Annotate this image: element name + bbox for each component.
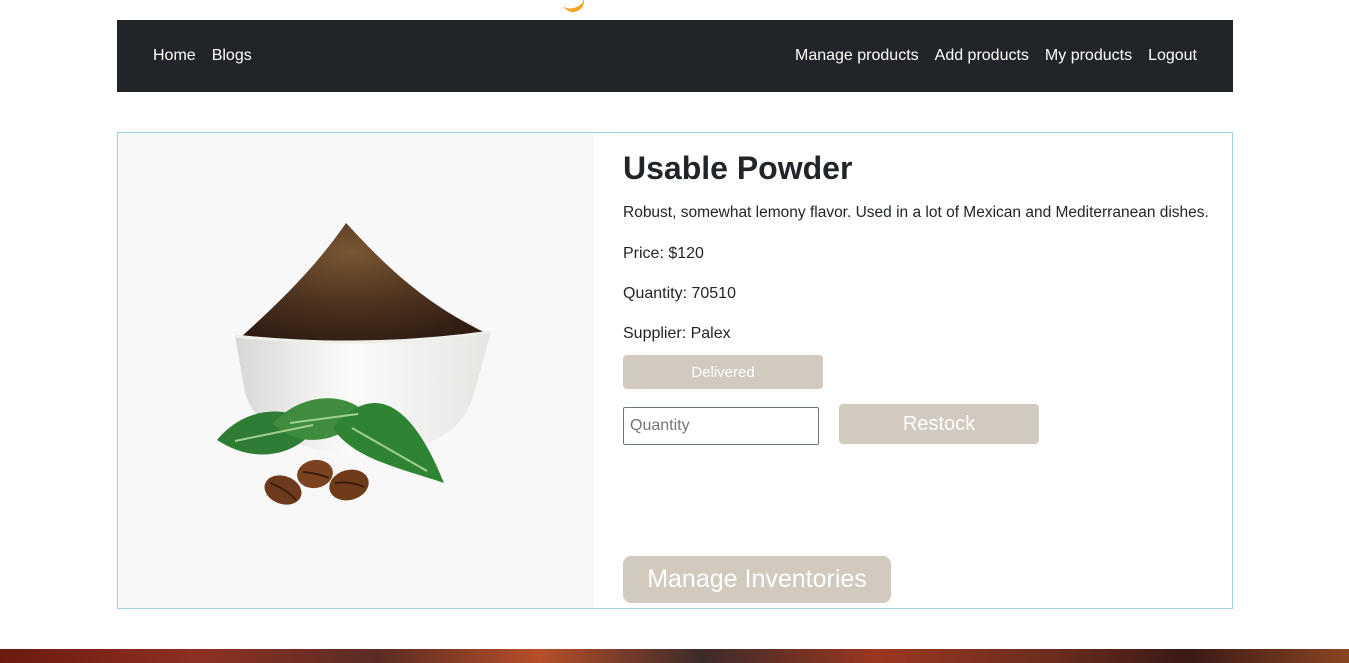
restock-quantity-input[interactable] (623, 407, 819, 445)
top-navbar: Home Blogs Manage products Add products … (117, 20, 1233, 92)
restock-button[interactable]: Restock (839, 404, 1039, 444)
nav-logout-link[interactable]: Logout (1148, 47, 1197, 65)
delivered-button[interactable]: Delivered (623, 355, 823, 389)
product-details: Usable Powder Robust, somewhat lemony fl… (623, 150, 1232, 343)
logo-fragment (559, 0, 587, 15)
nav-my-products-link[interactable]: My products (1045, 47, 1132, 65)
product-detail-card: Usable Powder Robust, somewhat lemony fl… (117, 132, 1233, 609)
nav-add-products-link[interactable]: Add products (935, 47, 1029, 65)
coffee-powder-bowl-image (217, 223, 492, 505)
nav-blogs-link[interactable]: Blogs (212, 47, 252, 65)
product-image-panel (118, 133, 594, 608)
product-quantity: Quantity: 70510 (623, 284, 736, 302)
nav-left: Home Blogs (153, 47, 252, 65)
footer-image-band (0, 649, 1349, 663)
product-description: Robust, somewhat lemony flavor. Used in … (623, 204, 1209, 222)
manage-inventories-button[interactable]: Manage Inventories (623, 556, 891, 603)
nav-home-link[interactable]: Home (153, 47, 196, 65)
product-price: Price: $120 (623, 244, 704, 262)
nav-right: Manage products Add products My products… (795, 47, 1197, 65)
product-supplier: Supplier: Palex (623, 325, 731, 343)
product-title: Usable Powder (623, 150, 853, 186)
nav-manage-products-link[interactable]: Manage products (795, 47, 919, 65)
